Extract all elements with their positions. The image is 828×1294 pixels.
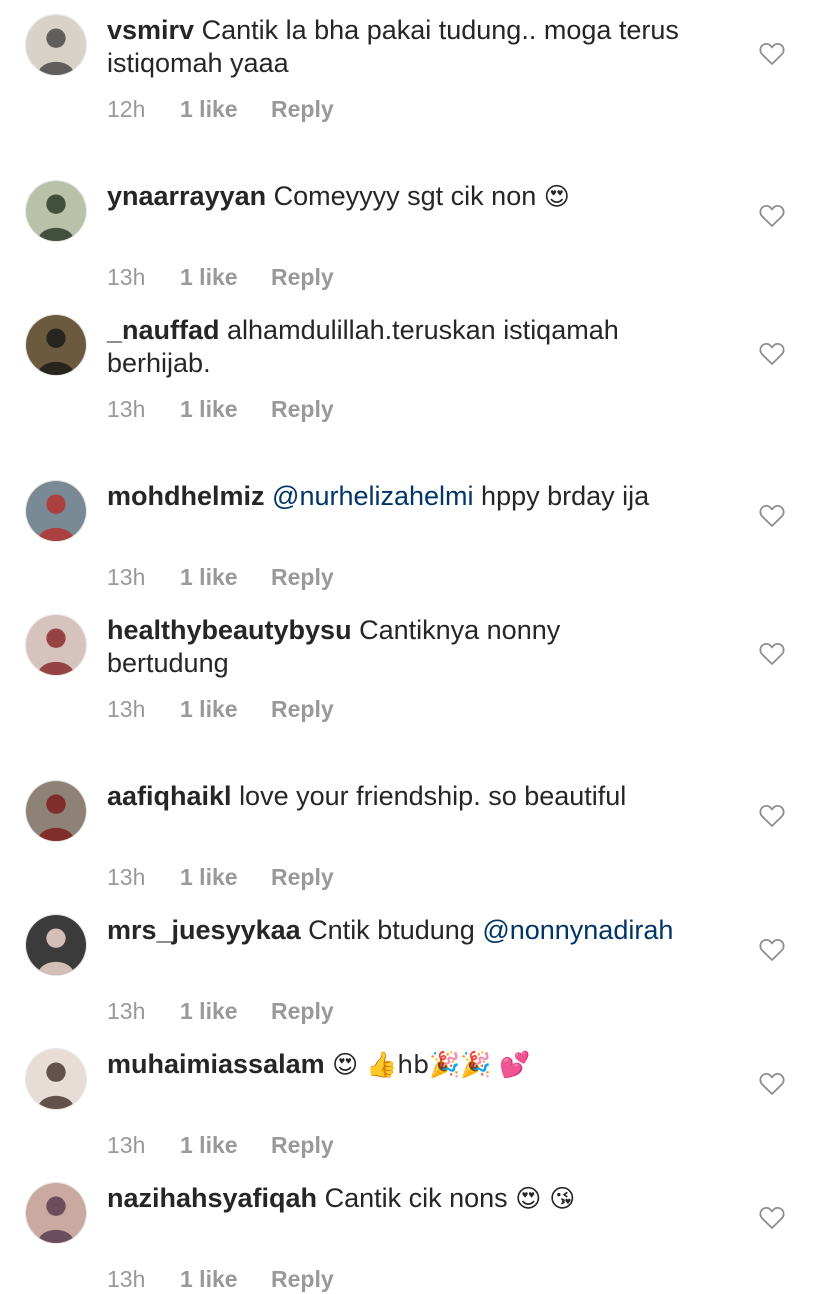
comment-content-line2: berhijab.	[107, 348, 211, 378]
reply-button[interactable]: Reply	[271, 996, 334, 1026]
avatar-photo	[26, 315, 86, 375]
comment-text: mohdhelmiz @nurhelizahelmi hppy brday ij…	[107, 480, 727, 513]
comment-text: mrs_juesyykaa Cntik btudung @nonnynadira…	[107, 914, 727, 947]
heart-icon[interactable]	[759, 804, 785, 828]
comment-text: _nauffad alhamdulillah.teruskan istiqama…	[107, 314, 727, 380]
heart-icon[interactable]	[759, 1206, 785, 1230]
comment-emoji: 😍 👍hb🎉🎉 💕	[332, 1050, 531, 1079]
comment-time: 13h	[107, 1132, 146, 1158]
comment-username[interactable]: muhaimiassalam	[107, 1049, 325, 1079]
comment-mention[interactable]: @nurhelizahelmi	[272, 481, 474, 511]
heart-icon[interactable]	[759, 42, 785, 66]
avatar-photo	[26, 1183, 86, 1243]
reply-button[interactable]: Reply	[271, 1264, 334, 1294]
comment-time: 13h	[107, 396, 146, 422]
comment-likes[interactable]: 1 like	[180, 1264, 238, 1294]
comment-body: nazihahsyafiqah Cantik cik nons 😍 😘	[107, 1182, 727, 1215]
comment-body: mohdhelmiz @nurhelizahelmi hppy brday ij…	[107, 480, 727, 513]
avatar-photo	[26, 1049, 86, 1109]
avatar-photo	[26, 615, 86, 675]
avatar-photo	[26, 781, 86, 841]
comment-likes[interactable]: 1 like	[180, 394, 238, 424]
comment-time: 13h	[107, 564, 146, 590]
avatar[interactable]	[25, 180, 87, 242]
comment-likes[interactable]: 1 like	[180, 694, 238, 724]
reply-button[interactable]: Reply	[271, 94, 334, 124]
reply-button[interactable]: Reply	[271, 394, 334, 424]
comment-time: 13h	[107, 1266, 146, 1292]
heart-icon[interactable]	[759, 1072, 785, 1096]
heart-icon[interactable]	[759, 642, 785, 666]
comment-content: love your friendship. so beautiful	[239, 781, 627, 811]
comment-likes[interactable]: 1 like	[180, 1130, 238, 1160]
avatar[interactable]	[25, 780, 87, 842]
comment-username[interactable]: healthybeautybysu	[107, 615, 352, 645]
heart-icon[interactable]	[759, 204, 785, 228]
comment-emoji: 😍 😘	[515, 1184, 576, 1213]
comment-text: ynaarrayyan Comeyyyy sgt cik non 😍	[107, 180, 727, 213]
comment-body: vsmirv Cantik la bha pakai tudung.. moga…	[107, 14, 727, 80]
comment-likes[interactable]: 1 like	[180, 562, 238, 592]
comment-body: aafiqhaikl love your friendship. so beau…	[107, 780, 727, 813]
comment-content: Cantiknya nonny	[359, 615, 561, 645]
comment-content: Comeyyyy sgt cik non	[273, 181, 537, 211]
comment-username[interactable]: ynaarrayyan	[107, 181, 266, 211]
comment-text: healthybeautybysu Cantiknya nonny bertud…	[107, 614, 727, 680]
comment-username[interactable]: aafiqhaikl	[107, 781, 232, 811]
comment-time: 12h	[107, 96, 146, 122]
comment-time: 13h	[107, 264, 146, 290]
avatar-photo	[26, 915, 86, 975]
comment-emoji: 😍	[543, 182, 570, 211]
heart-icon[interactable]	[759, 938, 785, 962]
comment-username[interactable]: mohdhelmiz	[107, 481, 265, 511]
avatar-photo	[26, 15, 86, 75]
heart-icon[interactable]	[759, 504, 785, 528]
comment-content: Cantik la bha pakai tudung.. moga terus	[201, 15, 679, 45]
avatar[interactable]	[25, 1048, 87, 1110]
reply-button[interactable]: Reply	[271, 694, 334, 724]
comment-username[interactable]: _nauffad	[107, 315, 220, 345]
reply-button[interactable]: Reply	[271, 862, 334, 892]
comment-body: ynaarrayyan Comeyyyy sgt cik non 😍	[107, 180, 727, 213]
avatar[interactable]	[25, 14, 87, 76]
comment-text: nazihahsyafiqah Cantik cik nons 😍 😘	[107, 1182, 727, 1215]
comment-time: 13h	[107, 998, 146, 1024]
avatar[interactable]	[25, 480, 87, 542]
avatar[interactable]	[25, 1182, 87, 1244]
comment-time: 13h	[107, 864, 146, 890]
heart-icon[interactable]	[759, 342, 785, 366]
reply-button[interactable]: Reply	[271, 262, 334, 292]
comment-text: aafiqhaikl love your friendship. so beau…	[107, 780, 727, 813]
comment-body: _nauffad alhamdulillah.teruskan istiqama…	[107, 314, 727, 380]
avatar-photo	[26, 481, 86, 541]
avatar[interactable]	[25, 314, 87, 376]
comment-content: Cantik cik nons	[324, 1183, 508, 1213]
comment-body: mrs_juesyykaa Cntik btudung @nonnynadira…	[107, 914, 727, 947]
comment-likes[interactable]: 1 like	[180, 996, 238, 1026]
comment-body: healthybeautybysu Cantiknya nonny bertud…	[107, 614, 727, 680]
comment-mention[interactable]: @nonnynadirah	[482, 915, 673, 945]
comment-content: Cntik btudung	[308, 915, 475, 945]
comment-username[interactable]: nazihahsyafiqah	[107, 1183, 317, 1213]
comment-text: muhaimiassalam 😍 👍hb🎉🎉 💕	[107, 1048, 727, 1081]
comment-time: 13h	[107, 696, 146, 722]
comment-body: muhaimiassalam 😍 👍hb🎉🎉 💕	[107, 1048, 727, 1081]
avatar[interactable]	[25, 614, 87, 676]
comment-likes[interactable]: 1 like	[180, 262, 238, 292]
comment-likes[interactable]: 1 like	[180, 862, 238, 892]
comment-content-after: hppy brday ija	[481, 481, 650, 511]
avatar-photo	[26, 181, 86, 241]
avatar[interactable]	[25, 914, 87, 976]
reply-button[interactable]: Reply	[271, 562, 334, 592]
comment-content-line2: istiqomah yaaa	[107, 48, 289, 78]
comment-username[interactable]: mrs_juesyykaa	[107, 915, 301, 945]
comment-likes[interactable]: 1 like	[180, 94, 238, 124]
comment-content-line2: bertudung	[107, 648, 229, 678]
comment-username[interactable]: vsmirv	[107, 15, 194, 45]
comment-content: alhamdulillah.teruskan istiqamah	[227, 315, 619, 345]
comment-text: vsmirv Cantik la bha pakai tudung.. moga…	[107, 14, 727, 80]
reply-button[interactable]: Reply	[271, 1130, 334, 1160]
